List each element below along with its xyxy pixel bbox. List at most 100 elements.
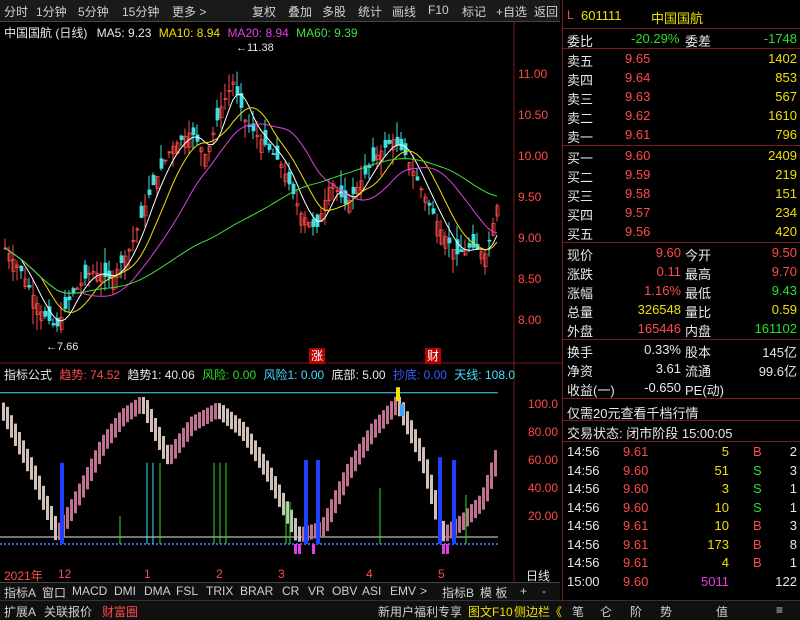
sell-volume: 796	[775, 127, 797, 142]
sell-price: 9.65	[625, 51, 651, 66]
new-user-promo[interactable]: 新用户福利专享	[378, 603, 462, 620]
indicator-tab[interactable]: DMI	[114, 584, 136, 598]
indicator-name[interactable]: 指标公式	[4, 368, 52, 382]
indicator-tab[interactable]: FSL	[176, 584, 198, 598]
chart-header: 中国国航 (日线) MA5: 9.23 MA10: 8.94 MA20: 8.9…	[4, 24, 358, 41]
stat-row: 收益(一) -0.650 PE(动)	[563, 378, 800, 398]
indicator-tab[interactable]: 窗口	[42, 584, 66, 601]
f10-button[interactable]: F10	[428, 3, 449, 17]
indicator-tab[interactable]: -	[542, 584, 546, 598]
trend-bar	[150, 409, 153, 432]
multi-stock-button[interactable]: 多股	[322, 3, 346, 20]
buy-row[interactable]: 买一 9.60 2409	[563, 146, 800, 166]
stat-value: 3.61	[655, 361, 681, 376]
indicator-tab[interactable]: VR	[308, 584, 325, 598]
trend-bar	[86, 467, 89, 490]
sell-row[interactable]: 卖四 9.64 853	[563, 68, 800, 88]
ma60-label: MA60: 9.39	[296, 26, 358, 40]
tab-5min[interactable]: 5分钟	[78, 3, 109, 20]
sell-volume: 1610	[768, 108, 797, 123]
related-quote-button[interactable]: 关联报价	[44, 603, 92, 620]
indicator-tab[interactable]: 指标B	[442, 584, 474, 601]
expand-button[interactable]: 扩展A	[4, 603, 36, 620]
trend-bar	[102, 434, 105, 456]
indicator-tab[interactable]: CR	[282, 584, 299, 598]
draw-line-button[interactable]: 画线	[392, 3, 416, 20]
trend-bar	[38, 475, 41, 500]
sell-label: 卖一	[567, 130, 594, 145]
tick-side: B	[753, 536, 762, 552]
ma5-label: MA5: 9.23	[96, 26, 152, 40]
buy-row[interactable]: 买四 9.57 234	[563, 203, 800, 223]
indicator-tab[interactable]: BRAR	[240, 584, 273, 598]
indicator-tab[interactable]: 模 板	[480, 584, 507, 601]
tick-time: 14:56	[567, 555, 600, 570]
stat-value: 1.16%	[644, 283, 681, 298]
kline-chart-area[interactable]	[0, 22, 562, 582]
tick-volume: 5011	[701, 573, 729, 589]
time-label: 1	[144, 567, 151, 581]
indicator-tab[interactable]: MACD	[72, 584, 107, 598]
sell-row[interactable]: 卖五 9.65 1402	[563, 49, 800, 69]
sell-row[interactable]: 卖二 9.62 1610	[563, 106, 800, 126]
buy-row[interactable]: 买三 9.58 151	[563, 184, 800, 204]
tick-row: 14:56 9.60 3 S 1	[563, 479, 800, 499]
trend-bar	[14, 423, 17, 446]
menu-icon[interactable]: ≡	[776, 603, 783, 617]
adjust-button[interactable]: 复权	[252, 3, 276, 20]
indicator-tab[interactable]: TRIX	[206, 584, 233, 598]
overlay-button[interactable]: 叠加	[288, 3, 312, 20]
tick-volume: 3	[721, 481, 729, 496]
wealth-circle-button[interactable]: 财富圈	[102, 603, 138, 620]
stat-label: PE(动)	[685, 383, 725, 398]
indicator-tick: 60.00	[528, 453, 559, 467]
quote-panel: L 601111 中国国航 委比 -20.29% 委差 -1748 卖五 9.65…	[562, 0, 800, 600]
tab-1min[interactable]: 1分钟	[36, 3, 67, 20]
indicator-tab[interactable]: ASI	[362, 584, 381, 598]
add-watchlist-button[interactable]: +自选	[496, 3, 527, 20]
stat-label: 内盘	[685, 324, 712, 339]
more-button[interactable]: 更多 >	[172, 3, 206, 20]
tick-count: 2	[789, 444, 797, 459]
indicator-tab[interactable]: 指标A	[4, 584, 36, 601]
tab-intraday[interactable]: 分时	[4, 3, 28, 20]
stats-button[interactable]: 统计	[358, 3, 382, 20]
tick-price: 9.61	[623, 555, 649, 570]
badge-cai[interactable]: 财	[425, 348, 441, 364]
side-tab-3[interactable]: 势	[660, 603, 672, 620]
indicator-tab[interactable]: DMA	[144, 584, 171, 598]
trend-bar	[370, 423, 373, 445]
badge-zhang[interactable]: 涨	[309, 348, 325, 364]
buy-row[interactable]: 买五 9.56 420	[563, 222, 800, 242]
trend-bar	[178, 433, 181, 453]
buy-row[interactable]: 买二 9.59 219	[563, 165, 800, 185]
stat-label: 收益(一)	[567, 383, 615, 398]
indicator-tab[interactable]: OBV	[332, 584, 357, 598]
promo-row[interactable]: 仅需20元查看千档行情	[563, 401, 800, 421]
side-tab-1[interactable]: 仑	[600, 603, 612, 620]
back-button[interactable]: 返回	[534, 3, 558, 20]
weibi-value: -20.29%	[631, 31, 680, 46]
sell-row[interactable]: 卖一 9.61 796	[563, 125, 800, 145]
trend-bar	[90, 458, 93, 481]
mark-button[interactable]: 标记	[462, 3, 486, 20]
sidebar-toggle[interactable]: 侧边栏《	[514, 603, 562, 620]
tab-15min[interactable]: 15分钟	[122, 3, 159, 20]
trend-bar	[346, 463, 349, 487]
sell-row[interactable]: 卖三 9.63 567	[563, 87, 800, 107]
indicator-tab[interactable]: +	[520, 584, 527, 598]
buy-volume: 219	[775, 167, 797, 182]
side-tab-2[interactable]: 阶	[630, 603, 642, 620]
side-tab-0[interactable]: 笔	[572, 603, 584, 620]
price-tick: 11.00	[518, 67, 548, 81]
tick-row: 14:56 9.61 10 B 3	[563, 516, 800, 536]
trend-bar	[334, 490, 337, 514]
stat-row: 涨跌 0.11 最高 9.70	[563, 262, 800, 282]
indicator-tab[interactable]: >	[420, 584, 427, 598]
tick-price: 9.60	[623, 499, 649, 515]
period-toolbar: 分时 1分钟 5分钟 15分钟 更多 > 复权 叠加 多股 统计 画线 F10 …	[0, 0, 560, 22]
trend-bar	[414, 429, 417, 453]
indicator-tab[interactable]: EMV	[390, 584, 416, 598]
side-tab-4[interactable]: 值	[716, 603, 728, 620]
f10-graphic-button[interactable]: 图文F10	[468, 603, 513, 620]
